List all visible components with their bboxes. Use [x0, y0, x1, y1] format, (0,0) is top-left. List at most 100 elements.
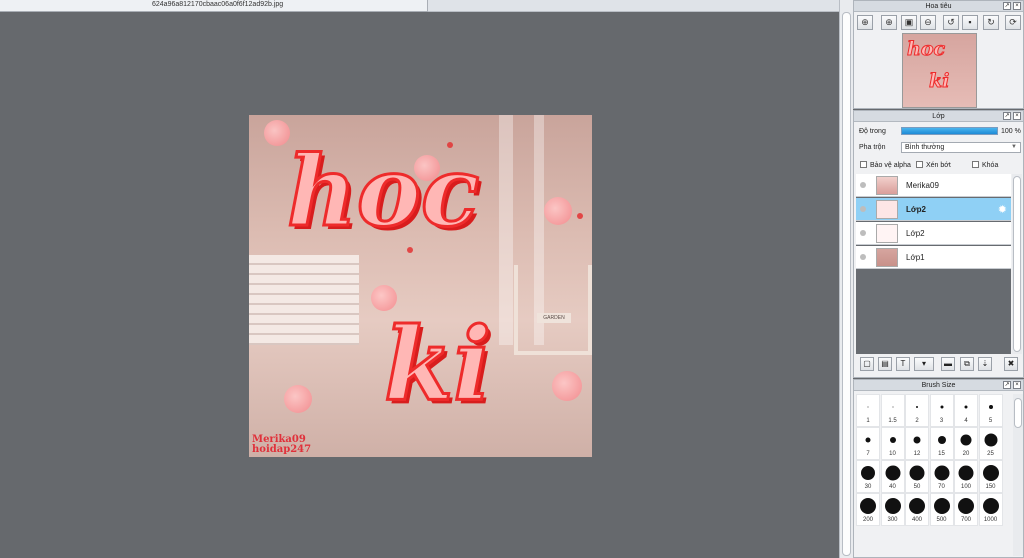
scrollbar-thumb[interactable] [842, 12, 851, 556]
brush-dot-icon [861, 466, 875, 480]
brush-size-cell[interactable]: 150 [978, 460, 1003, 493]
brush-dot-icon [940, 405, 943, 409]
document-tab[interactable]: 624a96a812170cbaac06a0f6f12ad92b.jpg [0, 0, 428, 12]
new-raster-layer-icon[interactable]: ▤ [878, 357, 892, 371]
brush-dot-icon [885, 465, 900, 481]
reset-view-button[interactable]: ⟳ [1005, 15, 1021, 30]
float-icon[interactable]: ↗ [1003, 112, 1011, 120]
brush-size-cell[interactable]: 5 [978, 394, 1003, 427]
merge-icon[interactable]: ⇣ [978, 357, 992, 371]
float-icon[interactable]: ↗ [1003, 381, 1011, 389]
blend-mode-select[interactable]: Bình thường ▼ [901, 142, 1021, 153]
scrollbar-thumb[interactable] [1013, 176, 1021, 352]
layer-scrollbar[interactable] [1012, 174, 1022, 354]
visibility-icon[interactable] [860, 254, 866, 260]
brush-size-cell[interactable]: 4 [954, 394, 978, 427]
brush-size-cell[interactable]: 12 [905, 427, 929, 460]
checkbox-icon [860, 161, 867, 168]
rotate-left-button[interactable]: ↺ [943, 15, 959, 30]
visibility-icon[interactable] [860, 182, 866, 188]
panel-title: Lớp [932, 113, 945, 120]
brush-size-cell[interactable]: 100 [954, 460, 978, 493]
scrollbar-thumb[interactable] [1014, 398, 1022, 428]
layer-row[interactable]: Merika09 [856, 174, 1011, 197]
opacity-label: Độ trong [859, 128, 886, 135]
document-tab-title: 624a96a812170cbaac06a0f6f12ad92b.jpg [152, 1, 284, 8]
brush-size-label: 10 [889, 451, 896, 457]
zoom-in-plus-button[interactable]: ⊕ [881, 15, 897, 30]
brush-size-label: 700 [960, 517, 971, 523]
lock-label: Khóa [982, 162, 999, 169]
fit-to-window-button[interactable]: ▣ [901, 15, 917, 30]
brush-size-cell[interactable]: 7 [856, 427, 880, 460]
panel-header: Lớp ↗ × [854, 111, 1023, 122]
brush-size-cell[interactable]: 3 [929, 394, 954, 427]
preview-lettering-hoc: hoc [906, 38, 946, 61]
brush-size-cell[interactable]: 2 [905, 394, 929, 427]
brush-size-label: 30 [864, 484, 872, 490]
garden-sign: GARDEN [537, 313, 571, 323]
brush-size-cell[interactable]: 200 [856, 493, 880, 526]
brush-size-cell[interactable]: 1.5 [880, 394, 905, 427]
opacity-slider[interactable] [901, 127, 998, 135]
navigator-preview[interactable]: hoc ki [902, 33, 977, 108]
new-layer-icon[interactable]: ▢ [860, 357, 874, 371]
zoom-in-button[interactable]: ⊕ [857, 15, 873, 30]
duplicate-icon[interactable]: ⧉ [960, 357, 974, 371]
close-icon[interactable]: × [1013, 2, 1021, 10]
layer-row[interactable]: Lớp2 [856, 222, 1011, 245]
brush-scrollbar[interactable] [1013, 394, 1023, 556]
brush-size-cell[interactable]: 1 [856, 394, 880, 427]
pink-circle [552, 371, 582, 401]
lock-checkbox[interactable]: Khóa [972, 161, 998, 169]
brush-size-cell[interactable]: 500 [929, 493, 954, 526]
folder-icon[interactable]: ▬ [941, 357, 955, 371]
zoom-out-button[interactable]: ⊖ [920, 15, 936, 30]
brush-size-cell[interactable]: 70 [929, 460, 954, 493]
brush-size-cell[interactable]: 300 [880, 493, 905, 526]
close-icon[interactable]: × [1013, 381, 1021, 389]
brush-size-cell[interactable]: 30 [856, 460, 880, 493]
brush-size-cell[interactable]: 400 [905, 493, 929, 526]
checkbox-icon [916, 161, 923, 168]
protect-alpha-checkbox[interactable]: Bảo vệ alpha [860, 161, 911, 169]
brush-dot-icon [909, 498, 925, 514]
blend-label: Pha trộn [859, 144, 886, 151]
brush-dot-icon [889, 437, 896, 443]
layer-row[interactable]: Lớp1 [856, 246, 1011, 269]
clipping-label: Xén bớt [926, 162, 951, 169]
panel-title: Brush Size [921, 382, 956, 389]
actual-size-button[interactable]: ▪ [962, 15, 978, 30]
brush-size-cell[interactable]: 20 [954, 427, 978, 460]
brush-size-cell[interactable]: 1000 [978, 493, 1003, 526]
brush-size-label: 100 [960, 484, 971, 490]
brush-size-label: 1.5 [888, 418, 897, 424]
lettering-ki: ki [382, 304, 492, 425]
close-icon[interactable]: × [1013, 112, 1021, 120]
brush-dot-icon [909, 465, 925, 481]
pink-circle [544, 197, 572, 225]
add-layer-menu-icon[interactable]: ▾ [914, 357, 934, 371]
brush-size-cell[interactable]: 700 [954, 493, 978, 526]
visibility-icon[interactable] [860, 206, 866, 212]
gear-icon[interactable]: ✹ [998, 203, 1007, 216]
brush-size-cell[interactable]: 40 [880, 460, 905, 493]
workspace-scrollbar[interactable] [839, 0, 853, 558]
visibility-icon[interactable] [860, 230, 866, 236]
brush-size-label: 70 [938, 484, 945, 490]
new-text-layer-icon[interactable]: T [896, 357, 910, 371]
layer-row[interactable]: Lớp2 ✹ [856, 198, 1011, 221]
brush-size-label: 1 [866, 418, 870, 424]
brush-size-cell[interactable]: 10 [880, 427, 905, 460]
canvas-workspace[interactable]: GARDEN hoc ki Merika09 hoidap247 [0, 13, 838, 558]
canvas-image[interactable]: GARDEN hoc ki Merika09 hoidap247 [249, 115, 592, 457]
brush-size-cell[interactable]: 50 [905, 460, 929, 493]
rotate-right-button[interactable]: ↻ [983, 15, 999, 30]
trash-icon[interactable]: ✖ [1004, 357, 1018, 371]
float-icon[interactable]: ↗ [1003, 2, 1011, 10]
brush-size-cell[interactable]: 15 [929, 427, 954, 460]
brush-size-cell[interactable]: 25 [978, 427, 1003, 460]
clipping-checkbox[interactable]: Xén bớt [916, 161, 951, 169]
brush-dot-icon [982, 465, 999, 481]
pink-circle [284, 385, 312, 413]
